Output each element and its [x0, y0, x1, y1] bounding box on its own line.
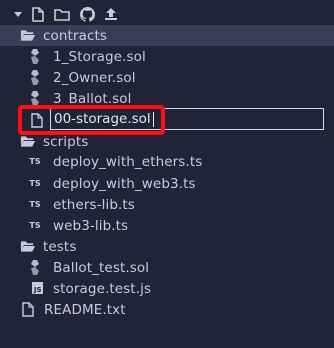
typescript-icon: TS: [29, 178, 41, 188]
folder-contracts[interactable]: contracts: [0, 25, 334, 46]
file-item[interactable]: TS ethers-lib.ts: [0, 194, 334, 215]
typescript-icon: TS: [29, 199, 41, 209]
folder-scripts[interactable]: scripts: [0, 131, 334, 152]
file-item[interactable]: 1_Storage.sol: [0, 46, 334, 67]
file-label: Ballot_test.sol: [53, 259, 150, 276]
file-label: deploy_with_web3.ts: [53, 175, 196, 192]
file-label: ethers-lib.ts: [53, 196, 135, 213]
file-item[interactable]: Ballot_test.sol: [0, 257, 334, 278]
file-label: deploy_with_ethers.ts: [53, 153, 203, 170]
file-item[interactable]: TS web3-lib.ts: [0, 215, 334, 236]
file-label: README.txt: [44, 301, 126, 318]
github-icon[interactable]: [79, 6, 95, 22]
file-icon: [29, 112, 45, 128]
solidity-icon: [27, 90, 43, 106]
file-label: 1_Storage.sol: [53, 48, 146, 65]
solidity-icon: [27, 48, 43, 64]
text-caret: [153, 112, 154, 127]
folder-label: tests: [43, 238, 77, 255]
typescript-icon: TS: [29, 220, 41, 230]
folder-open-icon: [20, 133, 36, 149]
file-item[interactable]: TS deploy_with_web3.ts: [0, 173, 334, 194]
folder-open-icon: [20, 27, 36, 43]
file-label: 3_Ballot.sol: [53, 90, 132, 107]
solidity-icon: [27, 69, 43, 85]
file-item[interactable]: TS deploy_with_ethers.ts: [0, 151, 334, 172]
folder-tests[interactable]: tests: [0, 236, 334, 257]
file-label: storage.test.js: [53, 280, 152, 297]
file-item[interactable]: 2_Owner.sol: [0, 67, 334, 88]
folder-open-icon: [20, 238, 36, 254]
folder-label: contracts: [43, 27, 108, 44]
file-label: 2_Owner.sol: [53, 69, 136, 86]
javascript-icon: JS: [29, 280, 45, 296]
file-label: web3-lib.ts: [53, 217, 129, 234]
solidity-icon: [27, 259, 43, 275]
js-icon-label: JS: [31, 282, 43, 294]
file-explorer-toolbar: [0, 0, 334, 28]
folder-label: scripts: [43, 133, 89, 150]
file-item[interactable]: JS storage.test.js: [0, 278, 334, 299]
rename-file-input[interactable]: [50, 108, 324, 130]
chevron-down-icon[interactable]: [10, 6, 26, 22]
typescript-icon: TS: [29, 156, 41, 166]
file-icon: [20, 301, 36, 317]
new-file-icon[interactable]: [30, 6, 46, 22]
file-readme[interactable]: README.txt: [0, 299, 334, 320]
new-folder-icon[interactable]: [54, 6, 70, 22]
file-item[interactable]: 3_Ballot.sol: [0, 88, 334, 109]
upload-icon[interactable]: [103, 6, 119, 22]
